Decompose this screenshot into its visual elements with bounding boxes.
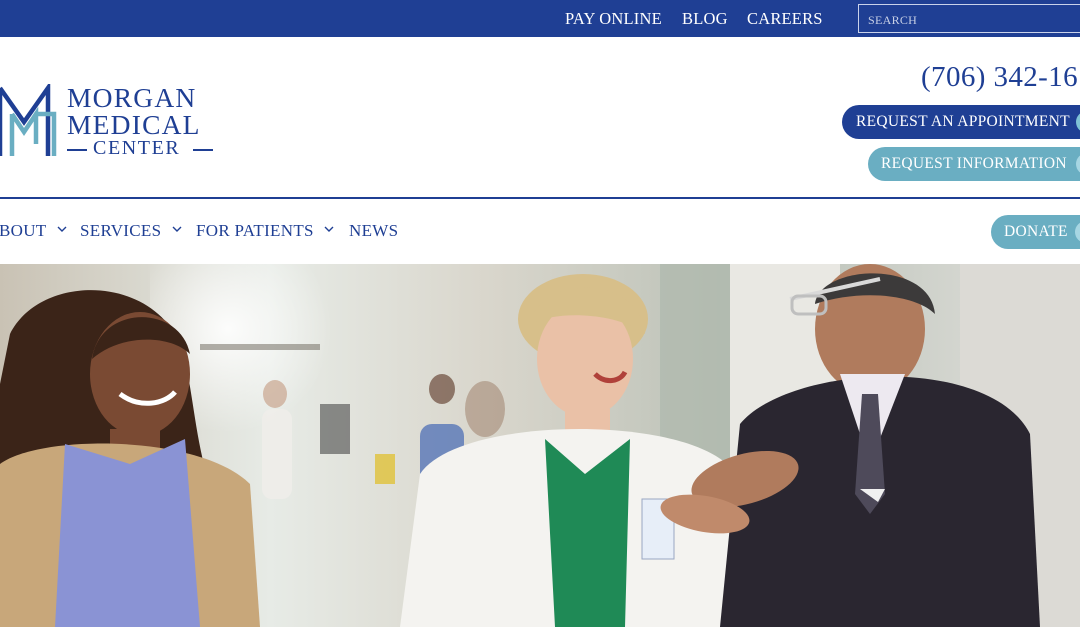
phone-number[interactable]: (706) 342-16 [921, 61, 1078, 94]
careers-link[interactable]: CAREERS [747, 9, 823, 29]
logo-line-morgan: MORGAN [67, 82, 197, 113]
morgan-medical-m-logo-icon [0, 84, 57, 156]
nav-item-for-patients[interactable]: FOR PATIENTS [196, 221, 335, 241]
circle-icon [1076, 153, 1080, 175]
blog-link[interactable]: BLOG [682, 9, 728, 29]
nav-item-about[interactable]: BOUT [0, 221, 68, 241]
pay-online-link[interactable]: PAY ONLINE [565, 9, 662, 29]
request-appointment-label: REQUEST AN APPOINTMENT [856, 113, 1070, 130]
search-box [858, 4, 1080, 33]
chevron-down-icon [172, 226, 182, 232]
top-utility-bar: PAY ONLINE BLOG CAREERS [0, 0, 1080, 37]
nav-item-label: BOUT [0, 221, 47, 240]
logo-rule-left [67, 149, 87, 151]
logo-center-row: CENTER [67, 138, 213, 160]
chevron-down-icon [324, 226, 334, 232]
logo-line-center: CENTER [93, 137, 181, 159]
nav-item-label: SERVICES [80, 221, 162, 240]
request-information-button[interactable]: REQUEST INFORMATION [868, 147, 1080, 181]
request-information-label: REQUEST INFORMATION [881, 155, 1067, 172]
circle-icon [1075, 221, 1080, 243]
search-input[interactable] [859, 5, 1080, 32]
logo-line-medical: MEDICAL [67, 109, 201, 140]
chevron-down-icon [57, 226, 67, 232]
logo-rule-right [193, 149, 213, 151]
hero-image [0, 264, 1080, 627]
donate-button[interactable]: DONATE [991, 215, 1080, 249]
nav-item-label: FOR PATIENTS [196, 221, 314, 240]
request-appointment-button[interactable]: REQUEST AN APPOINTMENT [842, 105, 1080, 139]
circle-icon [1076, 111, 1080, 133]
hero-photo-staff-conversation [0, 264, 1080, 627]
header-divider [0, 197, 1080, 199]
nav-item-label: NEWS [349, 221, 399, 240]
nav-item-news[interactable]: NEWS [349, 221, 398, 241]
donate-label: DONATE [1004, 223, 1068, 240]
nav-item-services[interactable]: SERVICES [80, 221, 183, 241]
